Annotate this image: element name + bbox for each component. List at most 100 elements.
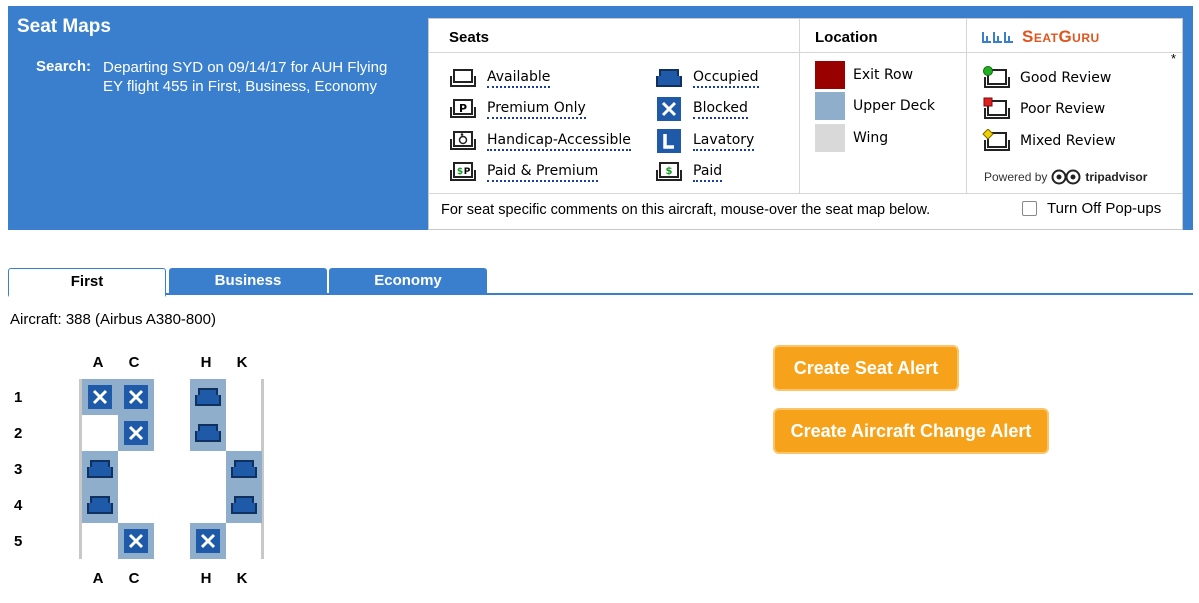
- legend-label: Exit Row: [853, 67, 914, 83]
- cabin-tabs: First Business Economy: [8, 268, 1193, 297]
- search-label: Search:: [36, 58, 92, 75]
- seat-handicap-icon: [449, 129, 477, 153]
- svg-text:$: $: [666, 166, 673, 177]
- row-number: 2: [14, 425, 23, 442]
- page-title: Seat Maps: [17, 16, 111, 37]
- legend-exit-row: Exit Row: [815, 61, 913, 89]
- seat-3k-occupied[interactable]: [226, 451, 262, 487]
- legend-divider: [429, 52, 1182, 53]
- seats-heading: Seats: [449, 29, 490, 46]
- seat-1h-occupied[interactable]: [190, 379, 226, 415]
- seat-premium-icon: P: [449, 97, 477, 121]
- column-letter: H: [200, 354, 212, 371]
- legend-lavatory[interactable]: Lavatory: [655, 129, 755, 153]
- seat-5c-blocked[interactable]: [118, 523, 154, 559]
- seat-4k-occupied[interactable]: [226, 487, 262, 523]
- legend-label: Handicap-Accessible: [487, 131, 631, 151]
- column-letter: K: [236, 570, 248, 587]
- legend-label: Wing: [853, 130, 889, 146]
- seat-3a-occupied[interactable]: [82, 451, 118, 487]
- column-letter: K: [236, 354, 248, 371]
- row-number: 4: [14, 497, 23, 514]
- popups-checkbox[interactable]: [1022, 201, 1037, 216]
- search-summary: Departing SYD on 09/14/17 for AUH Flying…: [103, 59, 388, 95]
- poor-review-icon: [982, 97, 1010, 121]
- powered-by-label: Powered by: [984, 170, 1048, 184]
- row-number: 1: [14, 389, 23, 406]
- mixed-review-icon: [982, 129, 1010, 153]
- good-review-icon: [982, 66, 1010, 90]
- legend-label: Occupied: [693, 68, 759, 88]
- create-seat-alert-button[interactable]: Create Seat Alert: [773, 345, 959, 391]
- legend-label: Available: [487, 68, 551, 88]
- legend-mixed-review: Mixed Review: [982, 129, 1116, 153]
- brand-name: SeatGuru: [1022, 27, 1100, 46]
- row-number: 3: [14, 461, 23, 478]
- svg-text:P: P: [464, 167, 471, 177]
- location-heading: Location: [815, 29, 878, 46]
- seat-available-icon: [449, 66, 477, 90]
- column-letter: C: [128, 570, 140, 587]
- tab-business[interactable]: Business: [169, 268, 327, 295]
- legend-footer-text: For seat specific comments on this aircr…: [441, 202, 931, 218]
- column-letter: H: [200, 570, 212, 587]
- seat-5h-blocked[interactable]: [190, 523, 226, 559]
- legend-blocked[interactable]: Blocked: [655, 97, 748, 121]
- legend-label: Poor Review: [1020, 101, 1106, 117]
- wing-swatch: [815, 124, 845, 152]
- legend-poor-review: Poor Review: [982, 97, 1105, 121]
- seat-2c-blocked[interactable]: [118, 415, 154, 451]
- tab-first[interactable]: First: [8, 268, 166, 297]
- legend-good-review: Good Review: [982, 66, 1111, 90]
- seat-legend: Seats Location Available P Premium Only …: [428, 18, 1183, 230]
- tripadvisor-wordmark: tripadvisor: [1085, 170, 1148, 184]
- legend-paid[interactable]: $ Paid: [655, 160, 723, 184]
- asterisk: *: [1171, 51, 1177, 66]
- seatguru-logo[interactable]: SeatGuru: [982, 27, 1100, 47]
- legend-divider: [429, 193, 1182, 194]
- legend-upper-deck: Upper Deck: [815, 92, 935, 120]
- legend-label: Paid & Premium: [487, 162, 599, 182]
- legend-paid-premium[interactable]: $ P Paid & Premium: [449, 160, 599, 184]
- svg-text:$: $: [457, 167, 463, 177]
- legend-handicap[interactable]: Handicap-Accessible: [449, 129, 631, 153]
- legend-divider: [966, 19, 967, 193]
- column-letter: A: [92, 354, 104, 371]
- legend-occupied[interactable]: Occupied: [655, 66, 759, 90]
- legend-label: Paid: [693, 162, 723, 182]
- column-letter: A: [92, 570, 104, 587]
- legend-available[interactable]: Available: [449, 66, 551, 90]
- legend-label: Good Review: [1020, 70, 1112, 86]
- legend-label: Upper Deck: [853, 98, 936, 114]
- legend-wing: Wing: [815, 124, 888, 152]
- powered-by-tripadvisor[interactable]: Powered by tripadvisor: [984, 169, 1147, 185]
- row-number: 5: [14, 533, 23, 550]
- turn-off-popups[interactable]: Turn Off Pop-ups: [1022, 200, 1161, 217]
- column-letter: C: [128, 354, 140, 371]
- legend-premium-only[interactable]: P Premium Only: [449, 97, 586, 121]
- seat-paid-premium-icon: $ P: [449, 160, 477, 184]
- popups-label: Turn Off Pop-ups: [1047, 200, 1162, 217]
- seat-4a-occupied[interactable]: [82, 487, 118, 523]
- seat-1c-blocked[interactable]: [118, 379, 154, 415]
- seat-blocked-icon: [655, 97, 683, 121]
- legend-divider: [799, 19, 800, 193]
- aircraft-info: Aircraft: 388 (Airbus A380-800): [10, 311, 216, 328]
- seat-occupied-icon: [655, 66, 683, 90]
- seat-2h-occupied[interactable]: [190, 415, 226, 451]
- legend-label: Blocked: [693, 99, 748, 119]
- seat-maps-header: Seat Maps Search: Departing SYD on 09/14…: [8, 6, 1193, 230]
- legend-label: Lavatory: [693, 131, 755, 151]
- tripadvisor-owl-icon: [1051, 169, 1081, 185]
- lavatory-icon: [655, 129, 683, 153]
- tab-economy[interactable]: Economy: [329, 268, 487, 295]
- svg-text:P: P: [459, 102, 467, 115]
- exit-row-swatch: [815, 61, 845, 89]
- upper-deck-swatch: [815, 92, 845, 120]
- seat-1a-blocked[interactable]: [82, 379, 118, 415]
- seatguru-seats-icon: [982, 32, 1013, 43]
- legend-label: Mixed Review: [1020, 133, 1116, 149]
- create-aircraft-change-alert-button[interactable]: Create Aircraft Change Alert: [773, 408, 1049, 454]
- legend-label: Premium Only: [487, 99, 586, 119]
- seat-paid-icon: $: [655, 160, 683, 184]
